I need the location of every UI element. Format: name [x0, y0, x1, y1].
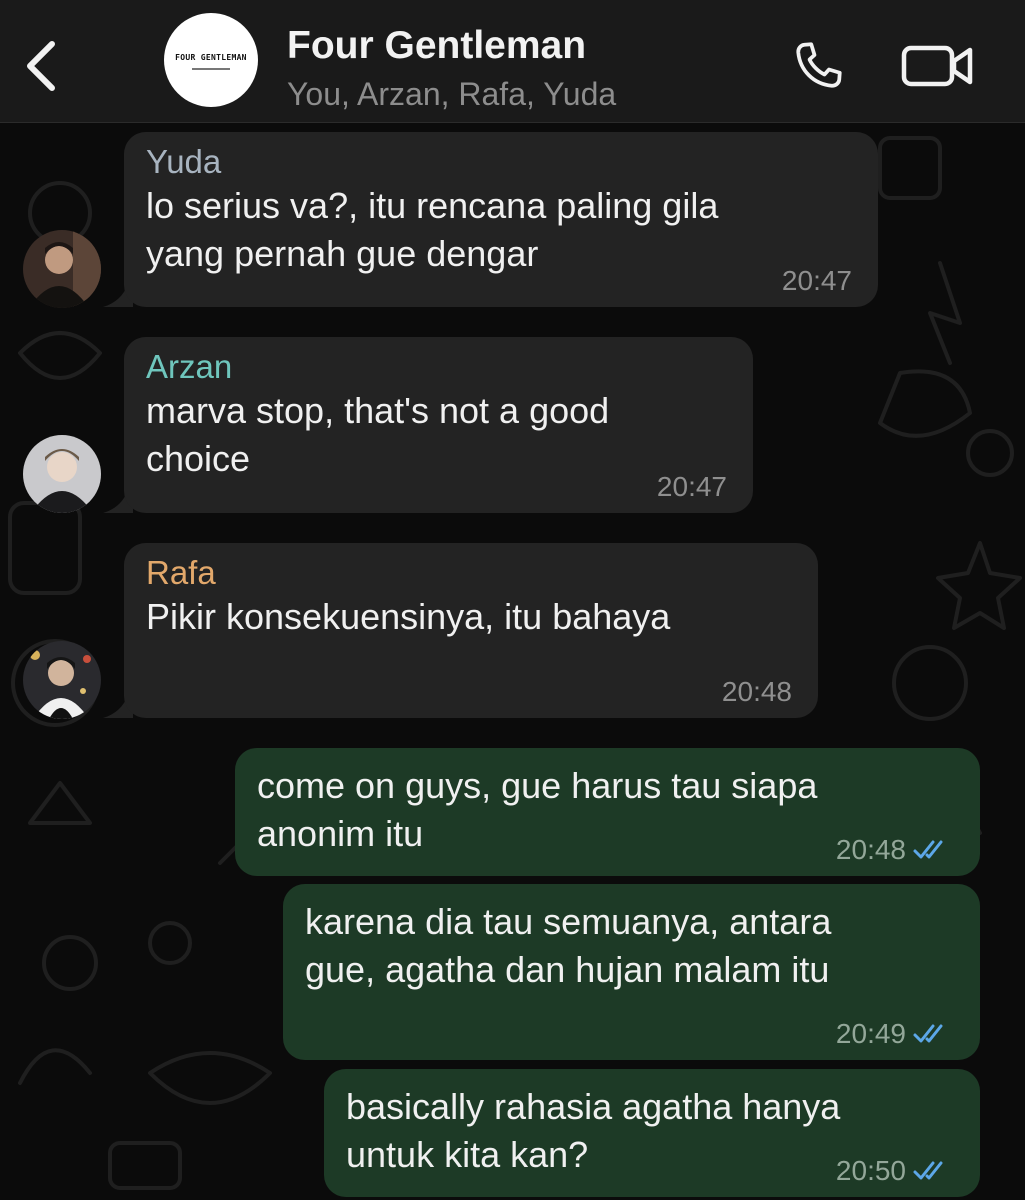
- avatar-arzan[interactable]: [23, 435, 101, 513]
- phone-icon: [796, 42, 842, 88]
- time-label: 20:47: [656, 471, 727, 502]
- avatar-photo: [23, 641, 101, 719]
- chat-header: FOUR GENTLEMAN Four Gentleman You, Arzan…: [0, 0, 1025, 123]
- chevron-left-icon: [27, 41, 55, 91]
- avatar-rafa[interactable]: [23, 641, 101, 719]
- message-text: Pikir konsekuensinya, itu bahaya: [146, 596, 671, 637]
- message-text: marva stop, that's not a good choice: [146, 390, 610, 479]
- message-time: 20:48: [722, 676, 792, 708]
- message-bubble[interactable]: Arzan marva stop, that's not a good choi…: [124, 337, 753, 513]
- message-time: 20:47: [782, 265, 852, 297]
- message-bubble[interactable]: karena dia tau semuanya, antara gue, aga…: [283, 884, 980, 1060]
- message-bubble[interactable]: Rafa Pikir konsekuensinya, itu bahaya 20…: [124, 543, 818, 718]
- avatar-photo: [23, 435, 101, 513]
- time-label: 20:48: [835, 834, 906, 865]
- avatar-logo-subline: [192, 68, 230, 70]
- message-time: 20:49: [836, 1018, 954, 1050]
- avatar-yuda[interactable]: [23, 230, 101, 308]
- time-label: 20:49: [835, 1018, 906, 1049]
- message-bubble[interactable]: come on guys, gue harus tau siapa anonim…: [235, 748, 980, 876]
- video-camera-icon: [901, 45, 973, 87]
- voice-call-button[interactable]: [788, 36, 848, 96]
- message-text: karena dia tau semuanya, antara gue, aga…: [305, 901, 832, 990]
- time-label: 20:47: [781, 265, 852, 296]
- message-time: 20:50: [836, 1155, 954, 1187]
- message-time: 20:47: [657, 471, 727, 503]
- group-members[interactable]: You, Arzan, Rafa, Yuda: [287, 76, 616, 113]
- sender-name: Yuda: [146, 143, 222, 180]
- avatar-logo-text: FOUR GENTLEMAN: [175, 53, 247, 62]
- group-avatar[interactable]: FOUR GENTLEMAN: [164, 13, 258, 107]
- group-title[interactable]: Four Gentleman: [287, 24, 586, 68]
- avatar-photo: [23, 230, 101, 308]
- sender-name: Rafa: [146, 554, 216, 591]
- message-text: lo serius va?, itu rencana paling gila y…: [146, 185, 719, 274]
- message-time: 20:48: [836, 834, 954, 866]
- time-label: 20:50: [835, 1155, 906, 1186]
- chat-area[interactable]: Yuda lo serius va?, itu rencana paling g…: [0, 123, 1025, 1200]
- message-bubble[interactable]: Yuda lo serius va?, itu rencana paling g…: [124, 132, 878, 307]
- message-bubble[interactable]: basically rahasia agatha hanya untuk kit…: [324, 1069, 980, 1197]
- back-button[interactable]: [18, 30, 70, 100]
- read-ticks-icon: [913, 1024, 943, 1043]
- time-label: 20:48: [721, 676, 792, 707]
- read-ticks-icon: [913, 1161, 943, 1180]
- sender-name: Arzan: [146, 348, 233, 385]
- video-call-button[interactable]: [900, 40, 976, 92]
- read-ticks-icon: [913, 840, 943, 859]
